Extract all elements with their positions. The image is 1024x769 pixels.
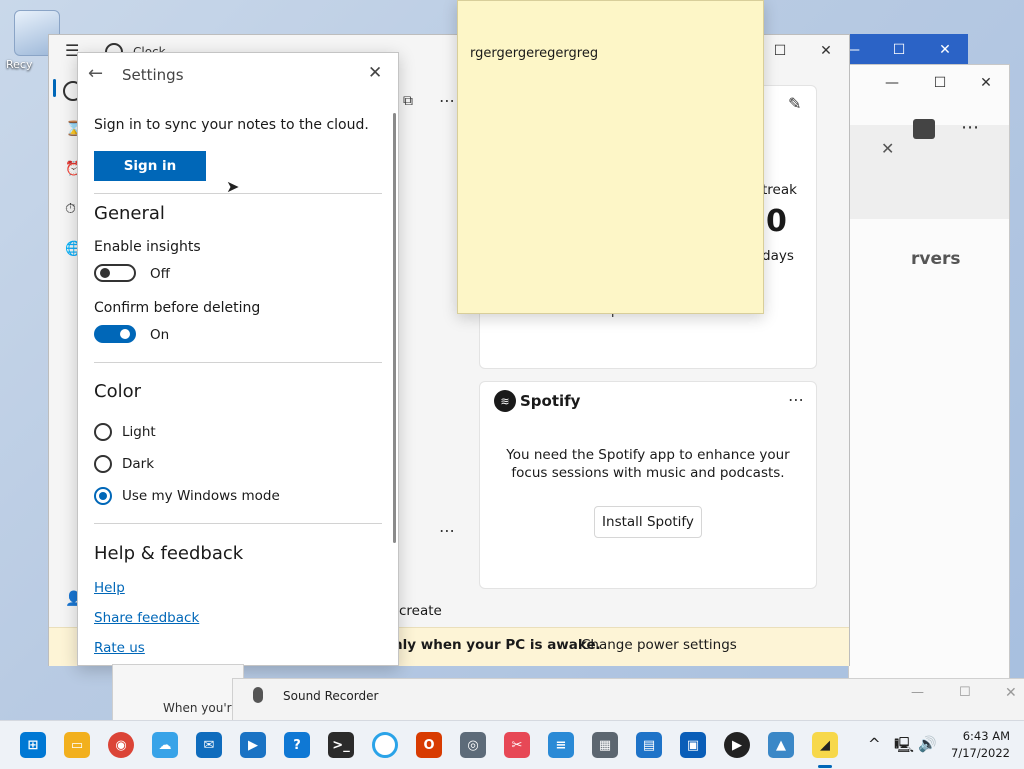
streak-label: treak [762, 182, 797, 198]
minimize-button[interactable]: — [911, 685, 924, 700]
nav-selection-indicator [53, 79, 56, 97]
sign-in-button[interactable]: Sign in [94, 151, 206, 181]
stopwatch-icon[interactable]: ⏱ [65, 201, 76, 217]
taskbar: ⊞ ▭ ◉ ☁ ✉ ▶ ? >_ O ◎ ✂ ≡ ▦ ▤ ▣ ▶ ▲ ◢ ^ 🖳… [0, 720, 1024, 769]
file-explorer-icon[interactable]: ▭ [64, 732, 90, 758]
streak-unit: days [762, 248, 794, 264]
chrome-icon[interactable]: ◉ [108, 732, 134, 758]
divider [94, 193, 382, 194]
color-heading: Color [94, 381, 141, 402]
clock-date[interactable]: 7/17/2022 [946, 746, 1010, 760]
weather-icon[interactable]: ☁ [152, 732, 178, 758]
office-icon[interactable]: O [416, 732, 442, 758]
movies-icon[interactable]: ▶ [240, 732, 266, 758]
window-title: Sound Recorder [283, 689, 379, 703]
recycle-bin-label: Recy [6, 58, 33, 71]
clock-time[interactable]: 6:43 AM [946, 729, 1010, 743]
close-button[interactable]: ✕ [1005, 685, 1017, 701]
color-dark-label[interactable]: Dark [122, 456, 154, 472]
color-windows-mode-radio[interactable] [94, 487, 112, 505]
sync-text: Sign in to sync your notes to the cloud. [94, 117, 369, 133]
toggle-knob [100, 268, 110, 278]
sticky-note-window[interactable]: rgergergeregergreg [457, 0, 764, 314]
share-feedback-link[interactable]: Share feedback [94, 610, 199, 626]
tips-icon[interactable]: ? [284, 732, 310, 758]
store-icon[interactable]: ▣ [680, 732, 706, 758]
divider [94, 523, 382, 524]
more-options-icon[interactable]: ⋯ [439, 521, 455, 540]
minimize-button[interactable]: — [869, 67, 915, 99]
sound-recorder-window[interactable]: Sound Recorder — ☐ ✕ [232, 678, 1024, 722]
background-text: When you're [163, 701, 239, 715]
spotify-brand: Spotify [520, 392, 581, 410]
back-arrow-icon[interactable]: ← [88, 63, 103, 84]
section-heading: rvers [911, 249, 961, 269]
close-button[interactable]: ✕ [963, 67, 1009, 99]
help-link[interactable]: Help [94, 580, 125, 596]
chevron-up-icon[interactable]: ^ [868, 735, 881, 753]
mail-icon[interactable]: ✉ [196, 732, 222, 758]
general-heading: General [94, 203, 165, 224]
camera-icon[interactable]: ◎ [460, 732, 486, 758]
maximize-button[interactable]: ☐ [876, 34, 922, 66]
streak-value: 0 [766, 204, 787, 239]
change-power-settings-link[interactable]: Change power settings [581, 637, 737, 653]
close-button[interactable]: ✕ [803, 35, 849, 67]
photos-icon[interactable]: ▲ [768, 732, 794, 758]
calculator-icon[interactable]: ▦ [592, 732, 618, 758]
settings-title: Settings [122, 66, 184, 84]
close-button[interactable]: ✕ [922, 34, 968, 66]
spotify-message: You need the Spotify app to enhance your… [506, 447, 790, 481]
rate-us-link[interactable]: Rate us [94, 640, 145, 656]
store-bag-icon[interactable] [913, 119, 935, 139]
color-windows-mode-label[interactable]: Use my Windows mode [122, 488, 280, 504]
color-light-label[interactable]: Light [122, 424, 156, 440]
confirm-delete-label: Confirm before deleting [94, 300, 261, 316]
help-feedback-heading: Help & feedback [94, 543, 244, 564]
power-notice-text: nly when your PC is awake. [393, 637, 601, 653]
insights-state: Off [150, 266, 170, 282]
start-icon[interactable]: ⊞ [20, 732, 46, 758]
volume-icon[interactable]: 🔊 [918, 735, 937, 753]
more-options-icon[interactable]: ⋯ [961, 117, 979, 138]
color-light-radio[interactable] [94, 423, 112, 441]
confirm-delete-toggle[interactable] [94, 325, 136, 343]
divider [94, 362, 382, 363]
card-text-fragment: create [399, 603, 442, 619]
more-options-icon[interactable]: ⋯ [788, 390, 804, 409]
news-icon[interactable]: ▤ [636, 732, 662, 758]
install-spotify-button[interactable]: Install Spotify [594, 506, 702, 538]
microphone-icon [253, 687, 263, 703]
media-player-icon[interactable]: ▶ [724, 732, 750, 758]
toolbar [849, 125, 1009, 219]
close-icon[interactable]: ✕ [881, 139, 894, 158]
sticky-note-text[interactable]: rgergergeregergreg [470, 46, 598, 61]
edit-pencil-icon[interactable]: ✎ [788, 94, 801, 113]
maximize-button[interactable]: ☐ [917, 67, 963, 99]
notepad-icon[interactable]: ≡ [548, 732, 574, 758]
insights-toggle[interactable] [94, 264, 136, 282]
network-icon[interactable]: 🖳 [894, 735, 914, 760]
spotify-logo-icon: ≋ [494, 390, 516, 412]
insights-label: Enable insights [94, 239, 201, 255]
snipping-tool-icon[interactable]: ✂ [504, 732, 530, 758]
sticky-notes-settings-pane: ← Settings ✕ Sign in to sync your notes … [77, 52, 399, 666]
color-dark-radio[interactable] [94, 455, 112, 473]
confirm-delete-state: On [150, 327, 170, 343]
background-window-right: — ☐ ✕ ⋯ ✕ rvers [848, 64, 1010, 680]
close-icon[interactable]: ✕ [368, 63, 382, 83]
background-window-bottom: When you're [112, 664, 244, 722]
more-options-icon[interactable]: ⋯ [439, 91, 455, 110]
toggle-knob [120, 329, 130, 339]
scrollbar[interactable] [393, 113, 396, 543]
maximize-button[interactable]: ☐ [959, 685, 971, 700]
compact-overlay-icon[interactable]: ⧉ [403, 93, 413, 109]
sticky-notes-icon[interactable]: ◢ [812, 732, 838, 758]
cortana-icon[interactable] [372, 732, 398, 758]
terminal-icon[interactable]: >_ [328, 732, 354, 758]
spotify-card: ≋ Spotify ⋯ You need the Spotify app to … [479, 381, 817, 589]
